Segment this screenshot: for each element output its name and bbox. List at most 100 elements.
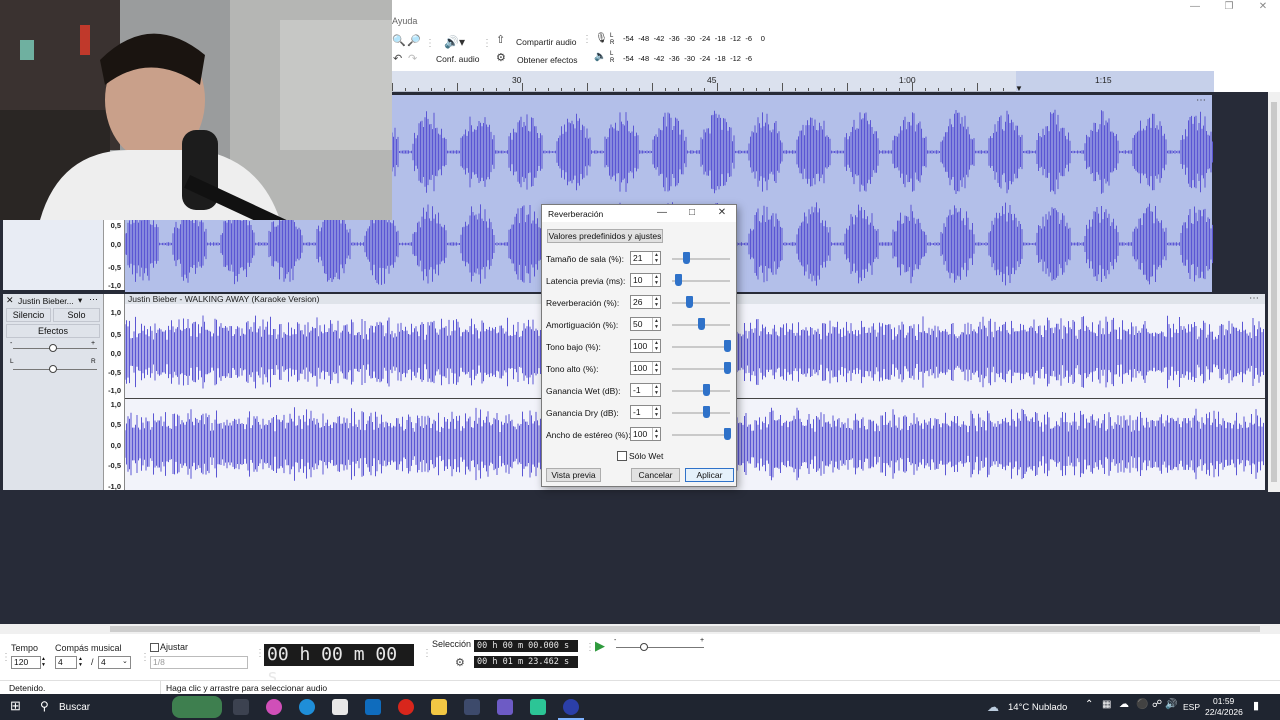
param-slider-track[interactable] [672, 412, 730, 414]
close-icon[interactable]: ✕ [1246, 0, 1280, 14]
close-icon[interactable]: ✕ [714, 207, 730, 218]
task-view-icon[interactable] [233, 699, 249, 715]
clip-menu-icon[interactable]: ⋯ [1249, 293, 1259, 304]
grip-icon[interactable]: ⋮ [425, 38, 435, 49]
effects-button[interactable]: Efectos [6, 324, 100, 338]
param-slider-thumb[interactable] [724, 340, 731, 352]
speaker-meter-icon[interactable]: 🔈 [594, 51, 606, 62]
outlook-icon[interactable] [365, 699, 381, 715]
cancel-button[interactable]: Cancelar [631, 468, 680, 482]
copilot-icon[interactable] [266, 699, 282, 715]
wet-only-checkbox[interactable] [617, 451, 627, 461]
apply-button[interactable]: Aplicar [685, 468, 734, 482]
param-slider-thumb[interactable] [698, 318, 705, 330]
track-menu-icon[interactable]: ▾ [78, 295, 82, 306]
param-spin-input[interactable]: -1 ▲ ▼ [630, 383, 661, 397]
spin-arrows-icon[interactable]: ▲ ▼ [652, 362, 660, 374]
param-spin-input[interactable]: 100 ▲ ▼ [630, 427, 661, 441]
chevron-up-icon[interactable]: ⌃ [1085, 699, 1093, 710]
empty-track-area[interactable] [0, 492, 1280, 624]
gain-slider-thumb[interactable] [49, 344, 57, 352]
tempo-field[interactable]: 120 [11, 656, 41, 669]
snap-select[interactable]: 1/8 [150, 656, 248, 669]
meter-numerator[interactable]: 4 [55, 656, 77, 669]
get-effects-button[interactable]: Obtener efectos [517, 55, 577, 65]
param-spin-input[interactable]: 10 ▲ ▼ [630, 273, 661, 287]
store-icon[interactable] [332, 699, 348, 715]
track-name[interactable]: Justin Bieber... [18, 296, 74, 306]
playback-meter[interactable]: -54 -48 -42 -36 -30 -24 -18 -12 -6 [623, 54, 773, 66]
grip-icon[interactable]: ⋮ [585, 642, 595, 653]
preview-button[interactable]: Vista previa [546, 468, 601, 482]
speed-slider-thumb[interactable] [640, 643, 648, 651]
record-meter[interactable]: -54 -48 -42 -36 -30 -24 -18 -12 -6 0 [623, 34, 773, 46]
presets-button[interactable]: Valores predefinidos y ajustes [547, 229, 663, 243]
volume-icon[interactable]: 🔊 [1165, 699, 1177, 710]
app-icon[interactable] [530, 699, 546, 715]
tempo-spin-icon[interactable]: ▲ ▼ [41, 656, 46, 668]
windows-start-icon[interactable]: ⊞ [10, 698, 21, 714]
track2-control-panel[interactable]: ✕ Justin Bieber... ▾ ⋯ Silencio Solo Efe… [3, 294, 104, 490]
param-spin-input[interactable]: 100 ▲ ▼ [630, 339, 661, 353]
mic-icon[interactable]: 🎙 [595, 33, 608, 44]
share-audio-button[interactable]: Compartir audio [516, 37, 576, 47]
audacity-icon[interactable] [563, 699, 579, 715]
onedrive-icon[interactable]: ☁ [1119, 699, 1129, 710]
share-icon[interactable]: ⇧ [496, 33, 505, 46]
search-icon[interactable]: ⚲ [40, 699, 49, 713]
grip-icon[interactable]: ⋮ [422, 648, 432, 659]
param-slider-thumb[interactable] [703, 384, 711, 396]
minimize-icon[interactable]: — [654, 207, 670, 218]
edge-icon[interactable] [299, 699, 315, 715]
param-slider-track[interactable] [672, 390, 730, 392]
menu-help[interactable]: Ayuda [392, 16, 417, 26]
param-slider-track[interactable] [672, 434, 730, 436]
speaker-icon[interactable]: 🔊▾ [444, 35, 465, 49]
effects-icon[interactable]: ⚙ [496, 51, 506, 64]
spin-arrows-icon[interactable]: ▲ ▼ [652, 296, 660, 308]
network-icon[interactable]: ☍ [1152, 699, 1162, 710]
close-track-icon[interactable]: ✕ [6, 295, 14, 306]
param-slider-track[interactable] [672, 258, 730, 260]
track1-control-panel[interactable] [3, 220, 104, 290]
clock-date[interactable]: 22/4/2026 [1205, 707, 1243, 717]
file-explorer-icon[interactable] [431, 699, 447, 715]
language-indicator[interactable]: ESP [1183, 702, 1200, 712]
restore-icon[interactable]: ❐ [1212, 0, 1246, 14]
track-more-icon[interactable]: ⋯ [89, 294, 98, 305]
h-scrollbar-thumb[interactable] [110, 626, 1260, 632]
spin-arrows-icon[interactable]: ▲ ▼ [652, 384, 660, 396]
solo-button[interactable]: Solo [53, 308, 100, 322]
minimize-icon[interactable]: — [1178, 0, 1212, 14]
search-highlight-image[interactable] [172, 696, 222, 718]
horizontal-scrollbar[interactable] [0, 624, 1280, 634]
param-slider-track[interactable] [672, 368, 730, 370]
param-spin-input[interactable]: 100 ▲ ▼ [630, 361, 661, 375]
grip-icon[interactable]: ⋮ [582, 34, 592, 45]
undo-icon[interactable]: ↶ [393, 52, 402, 65]
spin-arrows-icon[interactable]: ▲ ▼ [652, 340, 660, 352]
pan-slider-thumb[interactable] [49, 365, 57, 373]
param-slider-thumb[interactable] [674, 274, 682, 286]
tray-icon[interactable]: ▦ [1102, 699, 1111, 710]
audio-setup-button[interactable]: Conf. audio [436, 54, 479, 64]
spin-arrows-icon[interactable]: ▲ ▼ [652, 406, 660, 418]
app-icon[interactable] [464, 699, 480, 715]
selection-end[interactable]: 00 h 01 m 23.462 s [474, 656, 578, 668]
param-slider-track[interactable] [672, 346, 730, 348]
selection-start[interactable]: 00 h 00 m 00.000 s [474, 640, 578, 652]
param-spin-input[interactable]: 21 ▲ ▼ [630, 251, 661, 265]
clock-time[interactable]: 01:59 [1213, 696, 1234, 706]
param-spin-input[interactable]: 26 ▲ ▼ [630, 295, 661, 309]
teams-icon[interactable] [497, 699, 513, 715]
opera-icon[interactable] [398, 699, 414, 715]
chevron-down-icon[interactable]: ⌄ [122, 657, 128, 665]
grip-icon[interactable]: ⋮ [1, 652, 11, 663]
spin-arrows-icon[interactable]: ▲ ▼ [652, 428, 660, 440]
spin-arrows-icon[interactable]: ▲ ▼ [652, 318, 660, 330]
vertical-scrollbar[interactable] [1268, 92, 1280, 492]
redo-icon[interactable]: ↷ [408, 52, 417, 65]
dialog-titlebar[interactable]: Reverberación — □ ✕ [542, 205, 736, 222]
zoom-in-icon[interactable]: 🔍 [392, 34, 406, 47]
meter-spin-icon[interactable]: ▲ ▼ [78, 656, 83, 668]
